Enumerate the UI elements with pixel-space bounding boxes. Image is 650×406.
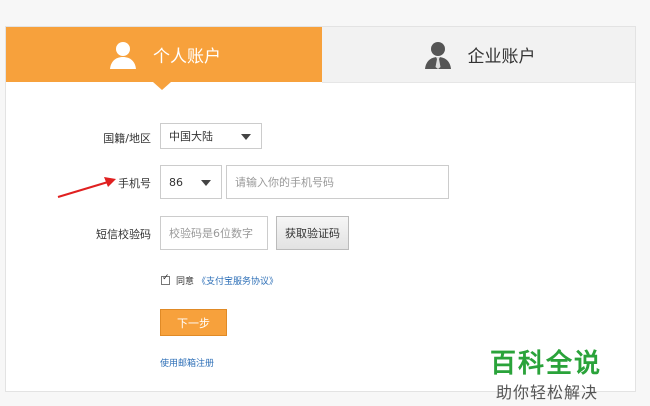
account-type-tabs: 个人账户 企业账户 [6,27,635,90]
next-button[interactable]: 下一步 [160,309,227,336]
phone-input-placeholder: 请输入你的手机号码 [235,176,334,189]
agreement-link[interactable]: 《支付宝服务协议》 [197,274,278,287]
country-select-value: 中国大陆 [169,130,213,143]
phone-code-value: 86 [169,175,183,189]
registration-card: 个人账户 企业账户 国籍/地区 中国大陆 手机号 86 请输入你的手机号码 短信… [5,26,636,402]
tab-business-account[interactable]: 企业账户 [322,27,635,83]
red-arrow-annotation [57,177,116,198]
agree-text: 同意 [176,277,195,287]
sms-code-input[interactable]: 校验码是6位数字 [160,216,268,250]
chevron-down-icon [201,180,211,186]
person-icon [110,41,136,69]
agreement-row: 同意 《支付宝服务协议》 [161,273,278,287]
phone-input[interactable]: 请输入你的手机号码 [226,165,449,199]
watermark-title: 百科全说 [490,349,603,379]
watermark-subtitle: 助你轻松解决 [496,383,599,402]
tab-personal-label: 个人账户 [153,47,221,67]
chevron-down-icon [241,134,251,140]
tab-business-label: 企业账户 [467,47,536,67]
get-code-button[interactable]: 获取验证码 [276,216,349,250]
tab-personal-account[interactable]: 个人账户 [6,27,322,90]
sms-code-placeholder: 校验码是6位数字 [169,227,253,240]
phone-code-select[interactable]: 86 [160,165,222,199]
email-register-link[interactable]: 使用邮箱注册 [160,356,214,369]
agree-checkbox[interactable] [161,273,170,285]
country-label: 国籍/地区 [103,132,151,145]
business-person-icon [424,41,451,69]
country-select[interactable]: 中国大陆 [160,123,262,149]
sms-code-label: 短信校验码 [96,228,151,241]
